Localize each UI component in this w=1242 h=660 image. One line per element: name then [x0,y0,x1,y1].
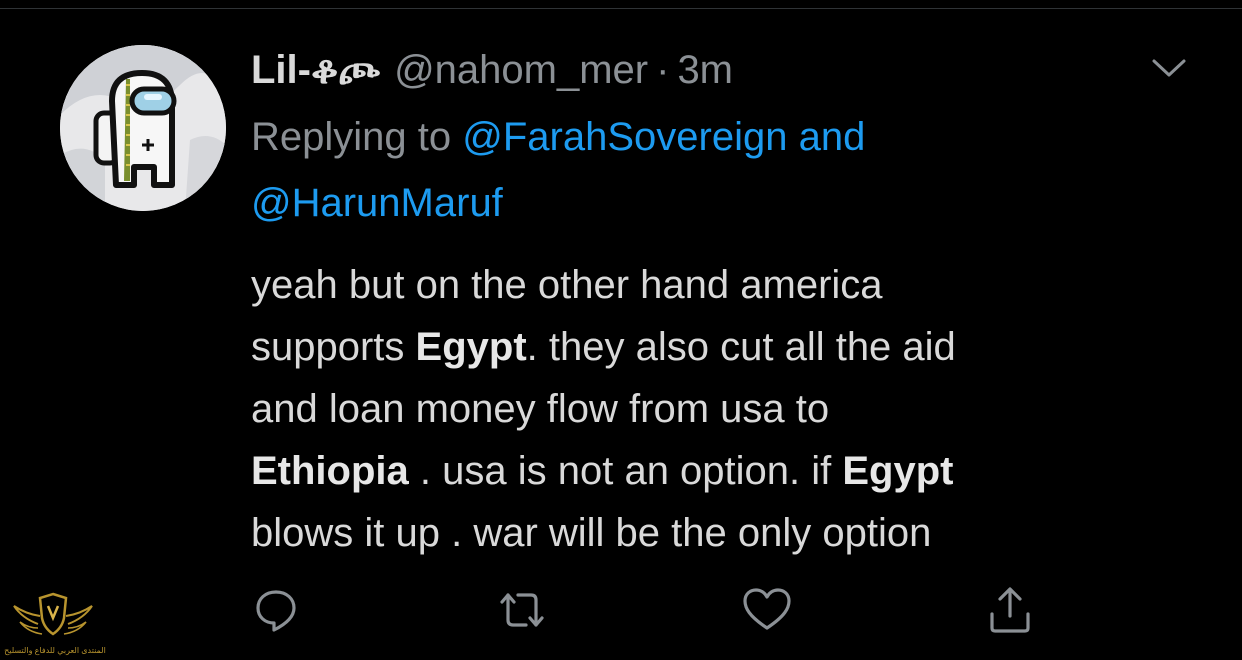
more-options-button[interactable] [1150,55,1188,81]
separator-dot: · [656,47,670,92]
tweet-text-line: Ethiopia . usa is not an option. if Egyp… [251,440,1211,502]
action-bar [0,580,1242,640]
tweet-text-run: and loan money flow from usa to [251,387,830,431]
share-icon [990,587,1030,633]
tweet-text-run: . they also cut all the aid [526,325,956,369]
reply-button[interactable] [246,580,306,640]
shield-wings-icon [13,592,93,636]
share-button[interactable] [980,580,1040,640]
tweet-text-run: blows it up . war will be the only optio… [251,511,932,555]
mention-link[interactable]: @HarunMaruf [251,181,503,225]
tweet-text-highlight: Ethiopia [251,449,409,493]
tweet-header: Lil-ቆጮ @nahom_mer · 3m [251,44,733,96]
watermark-caption: المنتدى العربي للدفاع والتسليح [4,646,106,655]
retweet-button[interactable] [492,580,552,640]
avatar[interactable] [60,45,226,211]
heart-icon [743,588,791,630]
speech-bubble-icon [256,590,296,632]
crewmate-avatar-image [60,45,226,211]
tweet-text-run: supports [251,325,416,369]
tweet-text-highlight: Egypt [842,449,954,493]
display-name[interactable]: Lil-ቆጮ [251,48,380,93]
reply-conjunction[interactable]: and [799,115,866,159]
mention-link[interactable]: @FarahSovereign [462,115,787,159]
tweet-text-line: and loan money flow from usa to [251,378,1211,440]
tweet-text: yeah but on the other hand america suppo… [251,254,1211,564]
user-handle[interactable]: @nahom_mer [394,48,648,93]
tweet-text-highlight: Egypt [415,325,527,369]
retweet-icon [500,593,544,627]
tweet-text-line: supports Egypt. they also cut all the ai… [251,316,1211,378]
tweet-text-run: . usa is not an option. if [408,449,843,493]
top-divider [0,8,1242,9]
tweet-text-line: blows it up . war will be the only optio… [251,502,1211,564]
replying-to: Replying to @FarahSovereign and [251,113,1191,161]
timestamp[interactable]: 3m [677,48,733,93]
chevron-down-icon [1152,59,1186,77]
replying-to-continued: @HarunMaruf [251,179,1191,227]
like-button[interactable] [737,580,797,640]
tweet-text-line: yeah but on the other hand america [251,254,1211,316]
tweet-text-run: yeah but on the other hand america [251,263,883,307]
replying-prefix: Replying to [251,115,452,159]
